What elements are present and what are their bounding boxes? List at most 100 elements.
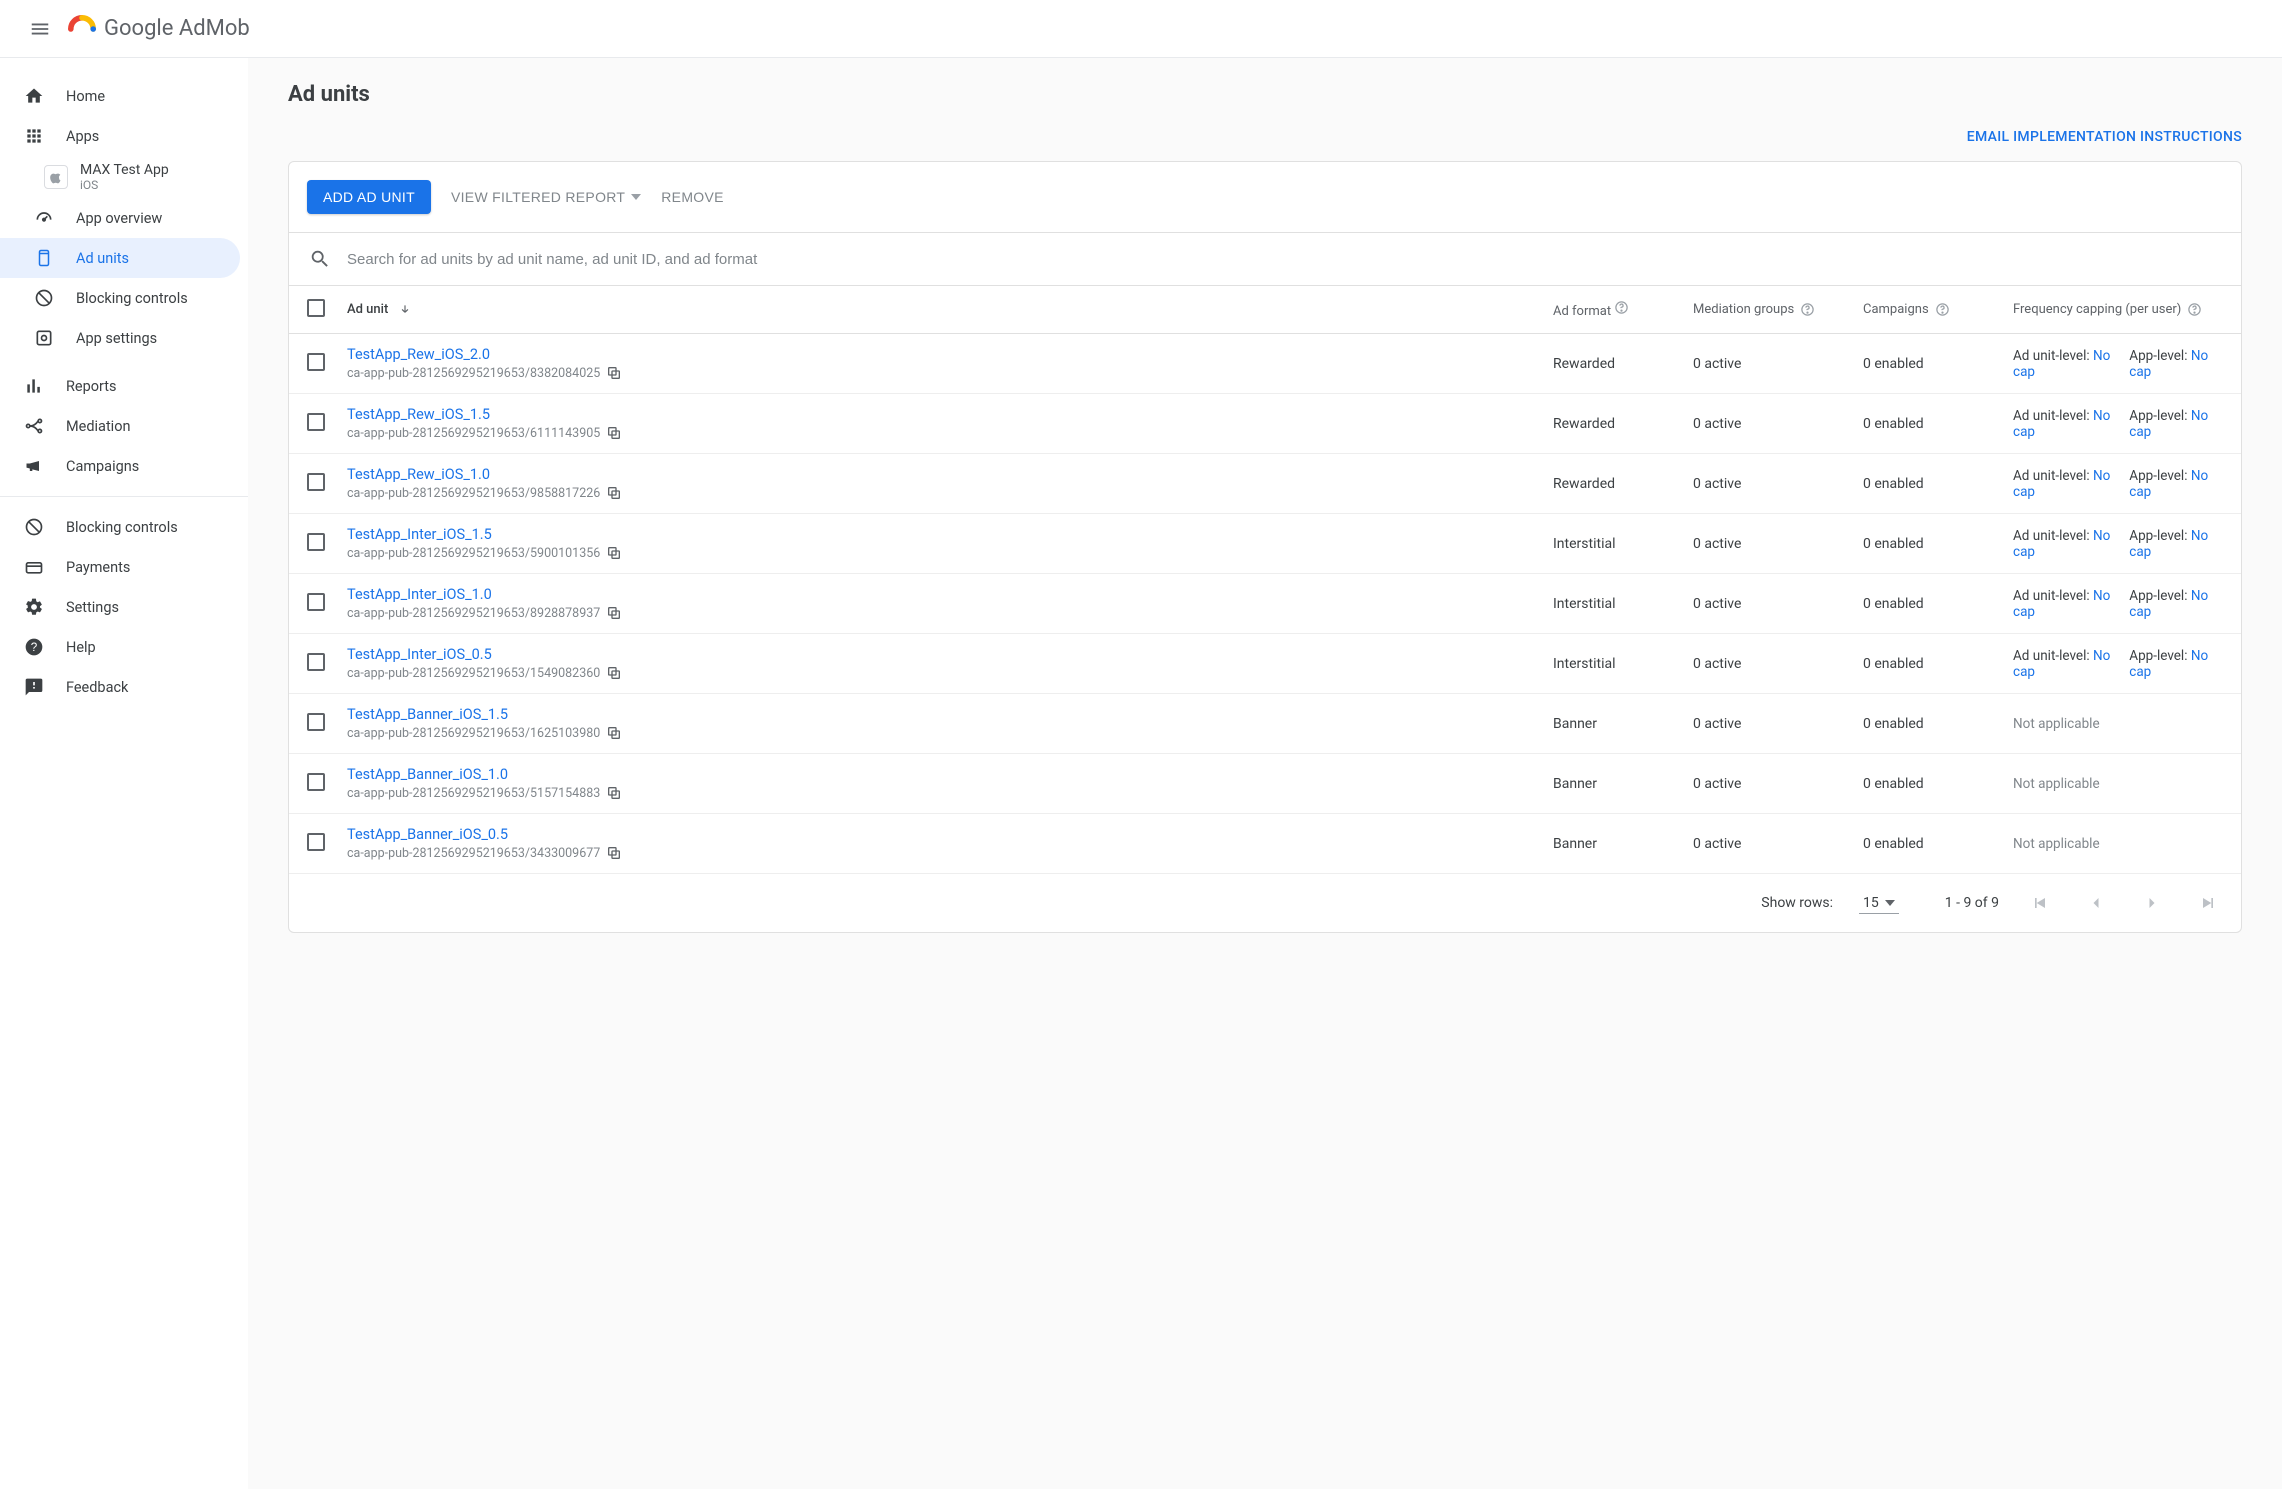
sidebar-app-selected[interactable]: MAX Test App iOS bbox=[0, 156, 248, 198]
hamburger-menu-button[interactable] bbox=[16, 5, 64, 53]
sidebar-item-blocking-controls-app[interactable]: Blocking controls bbox=[0, 278, 240, 318]
app-platform: iOS bbox=[80, 178, 169, 192]
table-row: TestApp_Inter_iOS_1.5 ca-app-pub-2812569… bbox=[289, 514, 2241, 574]
main-content: Ad units EMAIL IMPLEMENTATION INSTRUCTIO… bbox=[248, 58, 2282, 1489]
mediation-cell: 0 active bbox=[1693, 536, 1863, 552]
row-checkbox[interactable] bbox=[307, 473, 325, 491]
ad-unit-name-link[interactable]: TestApp_Inter_iOS_0.5 bbox=[347, 646, 622, 663]
help-circle-icon[interactable] bbox=[2187, 302, 2202, 317]
freq-app-level: App-level: No cap bbox=[2129, 408, 2223, 440]
col-header-format[interactable]: Ad format bbox=[1553, 300, 1693, 319]
format-cell: Interstitial bbox=[1553, 536, 1693, 552]
ad-unit-id: ca-app-pub-2812569295219653/5900101356 bbox=[347, 546, 600, 561]
copy-icon[interactable] bbox=[606, 785, 622, 801]
sidebar-item-payments[interactable]: Payments bbox=[0, 547, 240, 587]
format-cell: Rewarded bbox=[1553, 416, 1693, 432]
first-page-button[interactable] bbox=[2025, 888, 2055, 918]
ad-unit-name-link[interactable]: TestApp_Banner_iOS_0.5 bbox=[347, 826, 622, 843]
admob-logo-icon bbox=[68, 15, 96, 43]
ad-unit-name-link[interactable]: TestApp_Rew_iOS_2.0 bbox=[347, 346, 622, 363]
row-checkbox[interactable] bbox=[307, 713, 325, 731]
col-header-ad-unit[interactable]: Ad unit bbox=[347, 302, 1553, 317]
ad-unit-id: ca-app-pub-2812569295219653/8928878937 bbox=[347, 606, 600, 621]
sidebar-item-settings[interactable]: Settings bbox=[0, 587, 240, 627]
copy-icon[interactable] bbox=[606, 545, 622, 561]
sidebar-item-help[interactable]: ? Help bbox=[0, 627, 240, 667]
copy-icon[interactable] bbox=[606, 665, 622, 681]
mediation-cell: 0 active bbox=[1693, 356, 1863, 372]
col-header-frequency[interactable]: Frequency capping (per user) bbox=[2013, 302, 2223, 317]
logo[interactable]: Google AdMob bbox=[68, 15, 250, 43]
help-circle-icon[interactable] bbox=[1935, 302, 1950, 317]
view-filtered-report-button[interactable]: VIEW FILTERED REPORT bbox=[451, 189, 641, 205]
feedback-icon bbox=[24, 677, 44, 697]
freq-na: Not applicable bbox=[2013, 776, 2100, 792]
search-input[interactable] bbox=[347, 241, 2221, 277]
dropdown-icon bbox=[1885, 900, 1895, 906]
ad-unit-name-link[interactable]: TestApp_Rew_iOS_1.0 bbox=[347, 466, 622, 483]
remove-button[interactable]: REMOVE bbox=[661, 189, 723, 205]
sidebar-item-blocking-controls[interactable]: Blocking controls bbox=[0, 507, 240, 547]
campaigns-cell: 0 enabled bbox=[1863, 596, 2013, 612]
format-cell: Interstitial bbox=[1553, 596, 1693, 612]
sidebar-label: Reports bbox=[66, 378, 117, 395]
copy-icon[interactable] bbox=[606, 485, 622, 501]
mediation-cell: 0 active bbox=[1693, 476, 1863, 492]
row-checkbox[interactable] bbox=[307, 353, 325, 371]
freq-unit-level: Ad unit-level: No cap bbox=[2013, 588, 2123, 620]
ad-unit-id: ca-app-pub-2812569295219653/1549082360 bbox=[347, 666, 600, 681]
bar-chart-icon bbox=[24, 376, 44, 396]
col-header-campaigns[interactable]: Campaigns bbox=[1863, 302, 2013, 317]
ad-unit-name-link[interactable]: TestApp_Banner_iOS_1.5 bbox=[347, 706, 622, 723]
ad-unit-name-link[interactable]: TestApp_Inter_iOS_1.5 bbox=[347, 526, 622, 543]
sidebar-item-home[interactable]: Home bbox=[0, 76, 240, 116]
row-checkbox[interactable] bbox=[307, 773, 325, 791]
block-icon bbox=[24, 517, 44, 537]
select-all-checkbox[interactable] bbox=[307, 299, 325, 317]
sidebar-item-app-settings[interactable]: App settings bbox=[0, 318, 240, 358]
sidebar-item-reports[interactable]: Reports bbox=[0, 366, 240, 406]
col-header-mediation[interactable]: Mediation groups bbox=[1693, 302, 1863, 317]
mediation-cell: 0 active bbox=[1693, 416, 1863, 432]
help-circle-icon[interactable] bbox=[1800, 302, 1815, 317]
row-checkbox[interactable] bbox=[307, 533, 325, 551]
email-implementation-link[interactable]: EMAIL IMPLEMENTATION INSTRUCTIONS bbox=[1967, 129, 2242, 145]
ad-unit-name-link[interactable]: TestApp_Rew_iOS_1.5 bbox=[347, 406, 622, 423]
sidebar-item-campaigns[interactable]: Campaigns bbox=[0, 446, 240, 486]
search-icon bbox=[309, 248, 331, 270]
megaphone-icon bbox=[24, 456, 44, 476]
apps-icon bbox=[24, 126, 44, 146]
copy-icon[interactable] bbox=[606, 425, 622, 441]
ad-unit-name-link[interactable]: TestApp_Banner_iOS_1.0 bbox=[347, 766, 622, 783]
copy-icon[interactable] bbox=[606, 725, 622, 741]
sidebar-item-mediation[interactable]: Mediation bbox=[0, 406, 240, 446]
show-rows-label: Show rows: bbox=[1761, 895, 1833, 911]
sidebar-item-feedback[interactable]: Feedback bbox=[0, 667, 240, 707]
campaigns-cell: 0 enabled bbox=[1863, 416, 2013, 432]
sidebar-item-app-overview[interactable]: App overview bbox=[0, 198, 240, 238]
row-checkbox[interactable] bbox=[307, 413, 325, 431]
copy-icon[interactable] bbox=[606, 845, 622, 861]
row-checkbox[interactable] bbox=[307, 833, 325, 851]
last-page-button[interactable] bbox=[2193, 888, 2223, 918]
freq-na: Not applicable bbox=[2013, 716, 2100, 732]
help-circle-icon[interactable] bbox=[1614, 300, 1629, 315]
ad-unit-name-link[interactable]: TestApp_Inter_iOS_1.0 bbox=[347, 586, 622, 603]
rows-per-page-select[interactable]: 15 bbox=[1859, 893, 1899, 914]
format-cell: Rewarded bbox=[1553, 356, 1693, 372]
table-row: TestApp_Banner_iOS_1.5 ca-app-pub-281256… bbox=[289, 694, 2241, 754]
row-checkbox[interactable] bbox=[307, 653, 325, 671]
mediation-cell: 0 active bbox=[1693, 596, 1863, 612]
add-ad-unit-button[interactable]: ADD AD UNIT bbox=[307, 180, 431, 214]
freq-unit-level: Ad unit-level: No cap bbox=[2013, 408, 2123, 440]
sidebar-label: Help bbox=[66, 639, 96, 656]
copy-icon[interactable] bbox=[606, 605, 622, 621]
copy-icon[interactable] bbox=[606, 365, 622, 381]
sidebar-item-ad-units[interactable]: Ad units bbox=[0, 238, 240, 278]
sidebar-item-apps[interactable]: Apps bbox=[0, 116, 240, 156]
row-checkbox[interactable] bbox=[307, 593, 325, 611]
next-page-button[interactable] bbox=[2137, 888, 2167, 918]
campaigns-cell: 0 enabled bbox=[1863, 836, 2013, 852]
prev-page-button[interactable] bbox=[2081, 888, 2111, 918]
gear-icon bbox=[24, 597, 44, 617]
